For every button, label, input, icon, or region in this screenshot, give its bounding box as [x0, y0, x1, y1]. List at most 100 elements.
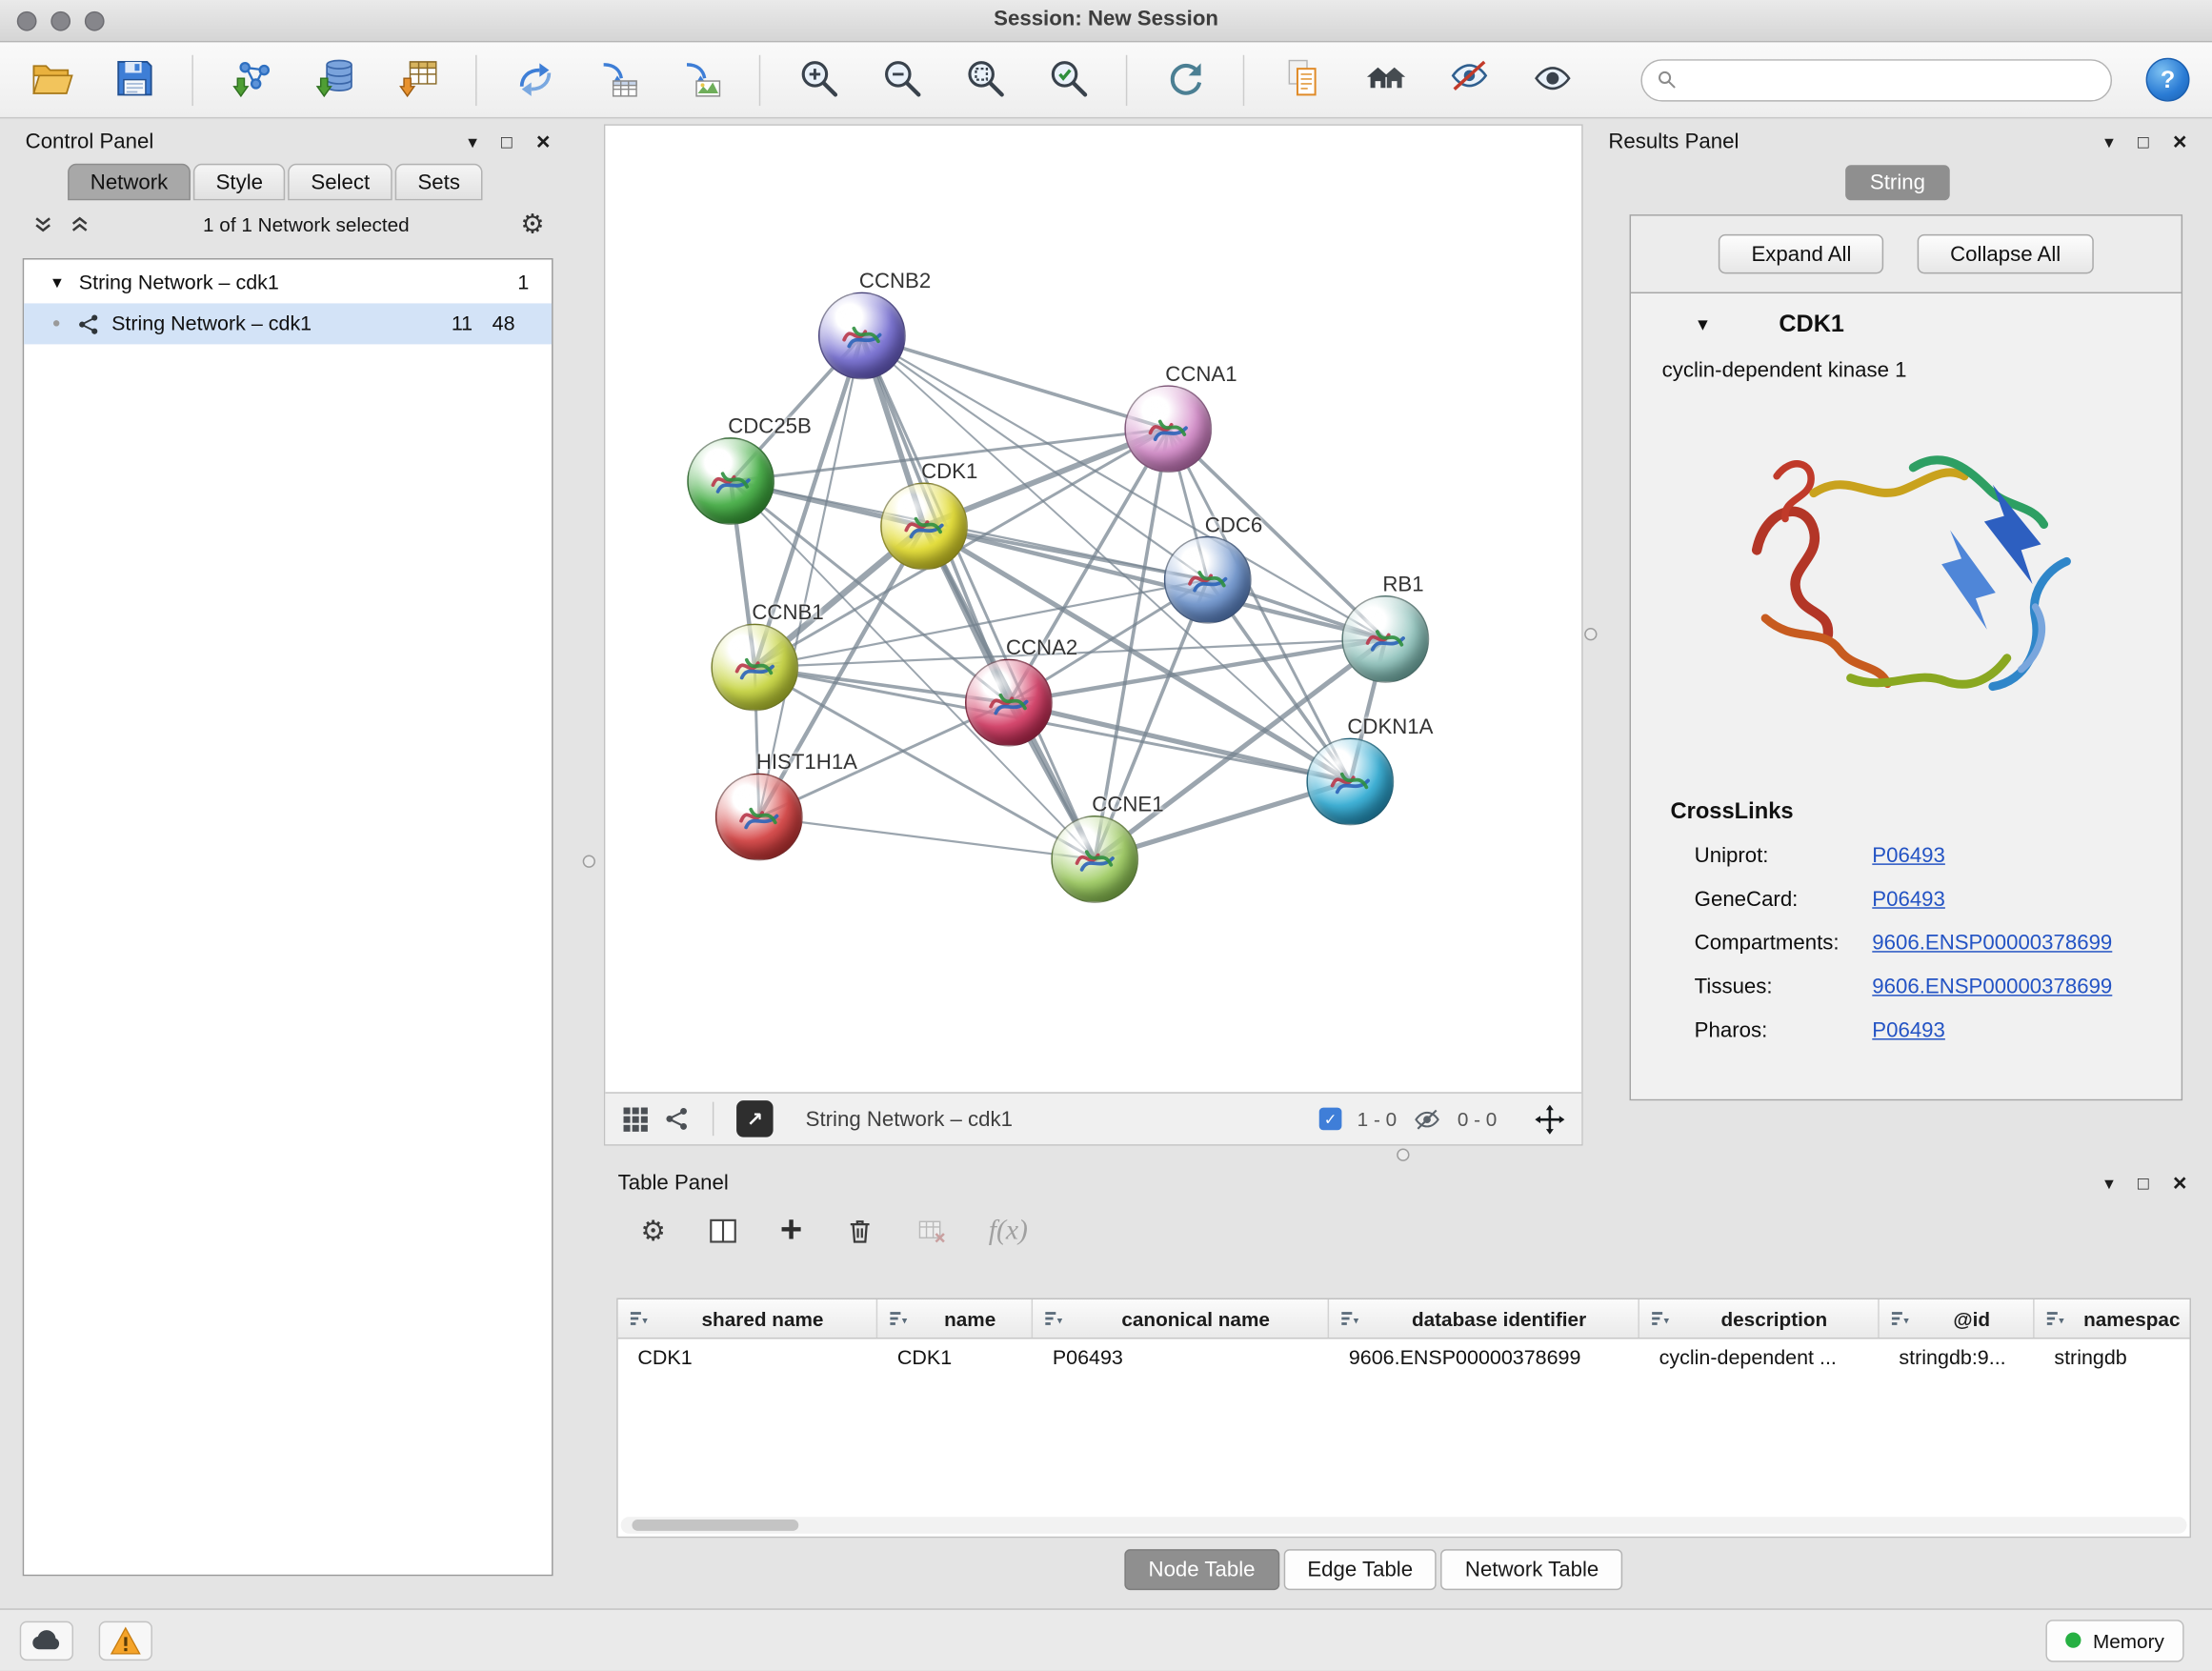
tab-sets[interactable]: Sets [395, 164, 483, 201]
panel-menu-icon[interactable]: ▾ [2104, 131, 2114, 150]
network-options-gear-icon[interactable]: ⚙ [520, 208, 544, 240]
column-header-namespac[interactable]: namespac [2035, 1299, 2191, 1338]
right-splitter-handle[interactable] [1584, 628, 1597, 640]
clone-network-button[interactable] [510, 53, 560, 107]
crosslink-tissues-link[interactable]: 9606.ENSP00000378699 [1872, 975, 2112, 998]
memory-button[interactable]: Memory [2046, 1619, 2183, 1661]
import-network-from-file-button[interactable] [226, 53, 276, 107]
refresh-icon [1163, 55, 1207, 103]
table-body: CDK1CDK1P064939606.ENSP00000378699cyclin… [618, 1339, 2190, 1378]
open-session-button[interactable] [26, 53, 76, 107]
graph-node-ccne1[interactable] [1051, 815, 1138, 903]
delete-table-button[interactable] [916, 1216, 946, 1245]
network-to-image-button[interactable] [675, 53, 726, 107]
graph-node-cdc6[interactable] [1164, 536, 1252, 624]
expand-all-chevron-icon[interactable] [68, 212, 91, 236]
graph-node-rb1[interactable] [1341, 595, 1429, 683]
import-network-icon [230, 55, 273, 103]
graph-node-ccnb1[interactable] [711, 624, 798, 712]
collection-expand-icon[interactable]: ▼ [50, 274, 65, 292]
tab-network[interactable]: Network [68, 164, 191, 201]
expand-collapse-row: Expand All Collapse All [1631, 216, 2182, 293]
panel-float-icon[interactable]: □ [2138, 131, 2149, 150]
left-splitter-handle[interactable] [583, 855, 595, 867]
search-input[interactable] [1687, 67, 2096, 92]
zoom-fit-button[interactable] [959, 53, 1010, 107]
node-table: shared namenamecanonical namedatabase id… [616, 1299, 2191, 1539]
protein-structure-image [1631, 393, 2182, 763]
column-header-database-identifier[interactable]: database identifier [1329, 1299, 1639, 1338]
bottom-splitter-handle[interactable] [1397, 1149, 1409, 1161]
network-edge-count: 48 [481, 312, 515, 335]
column-header-canonical-name[interactable]: canonical name [1033, 1299, 1329, 1338]
tab-select[interactable]: Select [289, 164, 392, 201]
split-panel-button[interactable] [708, 1216, 737, 1245]
toolbar-separator [1243, 54, 1244, 105]
column-header--id[interactable]: @id [1880, 1299, 2035, 1338]
panel-menu-icon[interactable]: ▾ [2104, 1173, 2114, 1191]
horizontal-scrollbar[interactable] [621, 1517, 2187, 1534]
network-to-table-button[interactable] [593, 53, 643, 107]
cloud-status-button[interactable] [20, 1621, 73, 1660]
import-table-from-file-button[interactable] [392, 53, 443, 107]
network-collection-row[interactable]: ▼ String Network – cdk1 1 [24, 262, 552, 303]
collapse-all-button[interactable]: Collapse All [1918, 234, 2093, 273]
apply-layout-button[interactable] [1159, 53, 1210, 107]
zoom-out-button[interactable] [876, 53, 927, 107]
graph-node-ccnb2[interactable] [818, 292, 906, 380]
collapse-all-chevron-icon[interactable] [31, 212, 55, 236]
scrollbar-thumb[interactable] [632, 1520, 798, 1531]
string-share-icon[interactable] [665, 1106, 691, 1132]
crosslink-pharos-link[interactable]: P06493 [1872, 1018, 1945, 1042]
panel-close-icon[interactable]: × [536, 130, 551, 153]
graph-node-cdkn1a[interactable] [1306, 738, 1394, 826]
zoom-selected-button[interactable] [1042, 53, 1093, 107]
pan-crosshair-icon[interactable] [1535, 1104, 1564, 1134]
home-button[interactable] [1360, 53, 1411, 107]
network-canvas[interactable]: CCNB2CCNA1CDC25BCDK1CDC6RB1CCNB1CCNA2CDK… [605, 126, 1581, 1092]
birdseye-view-icon[interactable] [622, 1105, 649, 1132]
graph-node-ccna2[interactable] [965, 659, 1053, 747]
graph-node-label-rb1: RB1 [1382, 573, 1423, 596]
hide-graphics-details-button[interactable] [1443, 53, 1494, 107]
expand-all-button[interactable]: Expand All [1719, 234, 1883, 273]
column-header-shared-name[interactable]: shared name [618, 1299, 878, 1338]
panel-close-icon[interactable]: × [2173, 1170, 2187, 1194]
warnings-button[interactable] [99, 1621, 152, 1660]
panel-menu-icon[interactable]: ▾ [468, 131, 477, 150]
graph-node-label-ccna2: CCNA2 [1006, 636, 1077, 660]
graph-node-hist1h1a[interactable] [715, 774, 803, 861]
table-tab-network-table[interactable]: Network Table [1441, 1549, 1623, 1590]
protein-card-header[interactable]: ▼ CDK1 [1631, 293, 2182, 355]
column-header-name[interactable]: name [877, 1299, 1033, 1338]
open-in-browser-button[interactable]: ↗ [736, 1100, 774, 1137]
zoom-in-button[interactable] [793, 53, 843, 107]
protein-collapse-icon[interactable]: ▼ [1695, 314, 1712, 334]
crosslink-compartments-link[interactable]: 9606.ENSP00000378699 [1872, 931, 2112, 955]
graph-node-ccna1[interactable] [1124, 385, 1212, 473]
graph-node-cdk1[interactable] [880, 483, 968, 571]
create-column-button[interactable]: + [780, 1215, 802, 1245]
panel-float-icon[interactable]: □ [501, 131, 513, 150]
crosslink-genecard-link[interactable]: P06493 [1872, 888, 1945, 912]
table-row[interactable]: CDK1CDK1P064939606.ENSP00000378699cyclin… [618, 1339, 2190, 1378]
help-button[interactable]: ? [2146, 58, 2190, 102]
network-row[interactable]: ● String Network – cdk1 11 48 [24, 303, 552, 344]
import-network-from-database-button[interactable] [309, 53, 359, 107]
column-header-description[interactable]: description [1639, 1299, 1880, 1338]
crosslink-uniprot-link[interactable]: P06493 [1872, 844, 1945, 868]
function-builder-button[interactable]: f(x) [989, 1214, 1028, 1246]
table-tab-node-table[interactable]: Node Table [1124, 1549, 1278, 1590]
panel-float-icon[interactable]: □ [2138, 1173, 2149, 1191]
delete-column-button[interactable] [845, 1216, 875, 1245]
tab-string[interactable]: String [1846, 165, 1949, 200]
table-tab-edge-table[interactable]: Edge Table [1283, 1549, 1437, 1590]
tab-style[interactable]: Style [193, 164, 286, 201]
show-graphics-details-button[interactable] [1526, 53, 1577, 107]
network-view-toolbar: ↗ String Network – cdk1 ✓ 1 - 0 0 - 0 [605, 1092, 1581, 1144]
panel-close-icon[interactable]: × [2173, 130, 2187, 153]
graph-node-cdc25b[interactable] [687, 437, 774, 525]
save-session-button[interactable] [109, 53, 159, 107]
annotation-button[interactable] [1277, 53, 1327, 107]
table-settings-gear-button[interactable]: ⚙ [640, 1213, 666, 1248]
